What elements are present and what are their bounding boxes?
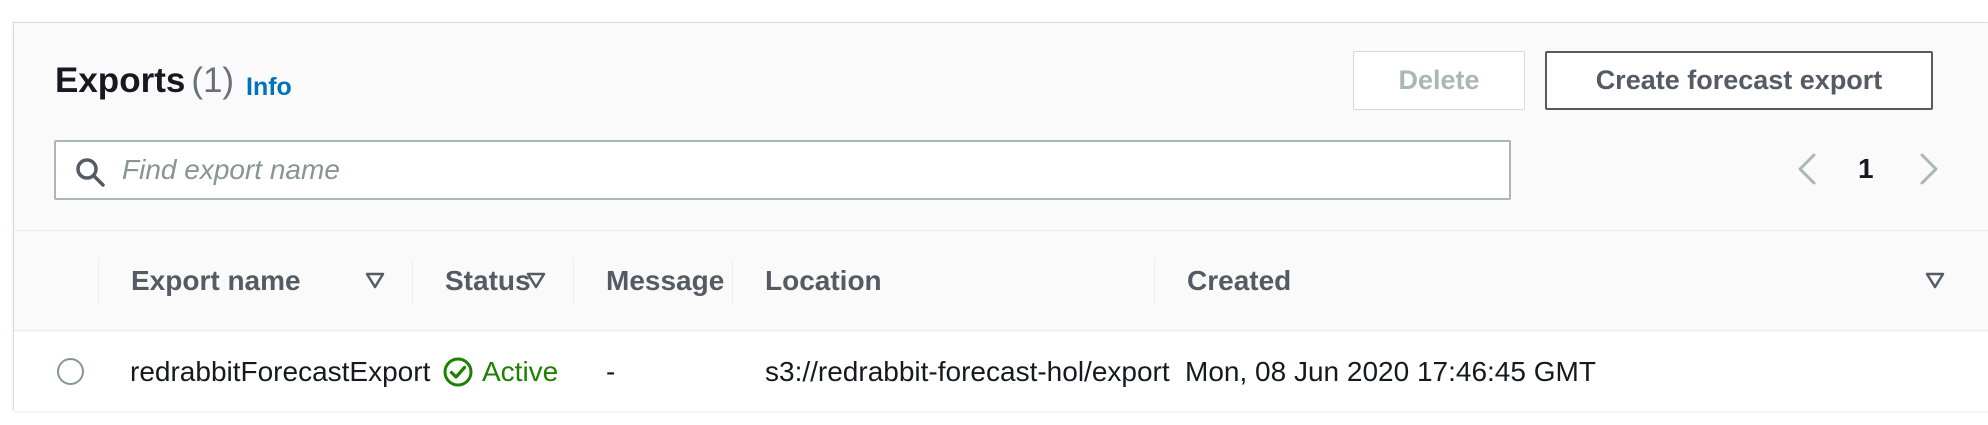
page-number[interactable]: 1 xyxy=(1858,153,1874,185)
column-header-location[interactable]: Location xyxy=(765,231,882,331)
sort-caret-icon[interactable] xyxy=(525,269,547,291)
table-row[interactable]: redrabbitForecastExport Active - s3://re… xyxy=(14,332,1988,411)
search-input[interactable] xyxy=(122,150,1492,190)
status-text: Active xyxy=(482,355,559,387)
cell-created: Mon, 08 Jun 2020 17:46:45 GMT xyxy=(1185,355,1596,387)
search-field[interactable] xyxy=(54,140,1511,200)
sort-caret-icon[interactable] xyxy=(364,269,386,291)
info-link[interactable]: Info xyxy=(246,73,292,102)
exports-panel: Exports (1) Info Delete Create forecast e… xyxy=(13,22,1988,411)
panel-header: Exports (1) Info Delete Create forecast e… xyxy=(14,23,1988,231)
cell-location: s3://redrabbit-forecast-hol/export xyxy=(765,355,1170,387)
column-divider xyxy=(573,259,574,305)
column-divider xyxy=(1154,259,1155,305)
row-select-radio[interactable] xyxy=(57,358,84,385)
cell-status: Active xyxy=(442,332,558,411)
column-divider xyxy=(412,259,413,305)
column-header-status[interactable]: Status xyxy=(445,231,531,331)
column-divider xyxy=(732,259,733,305)
title-text: Exports xyxy=(55,61,186,100)
table-header: Export name Status Message Location Crea… xyxy=(14,231,1988,331)
export-count: (1) xyxy=(191,61,235,100)
column-header-export-name[interactable]: Export name xyxy=(131,231,301,331)
column-divider xyxy=(98,259,99,305)
column-header-created[interactable]: Created xyxy=(1187,231,1291,331)
create-forecast-export-button[interactable]: Create forecast export xyxy=(1545,51,1933,110)
chevron-left-icon[interactable] xyxy=(1794,151,1820,187)
check-circle-icon xyxy=(443,357,473,386)
sort-caret-icon[interactable] xyxy=(1924,269,1946,291)
search-icon xyxy=(76,158,105,187)
chevron-right-icon[interactable] xyxy=(1916,151,1942,187)
cell-export-name: redrabbitForecastExport xyxy=(130,355,431,387)
page-title: Exports (1) xyxy=(55,61,234,101)
delete-button[interactable]: Delete xyxy=(1353,51,1525,110)
cell-message: - xyxy=(606,355,616,387)
column-header-message[interactable]: Message xyxy=(606,231,724,331)
